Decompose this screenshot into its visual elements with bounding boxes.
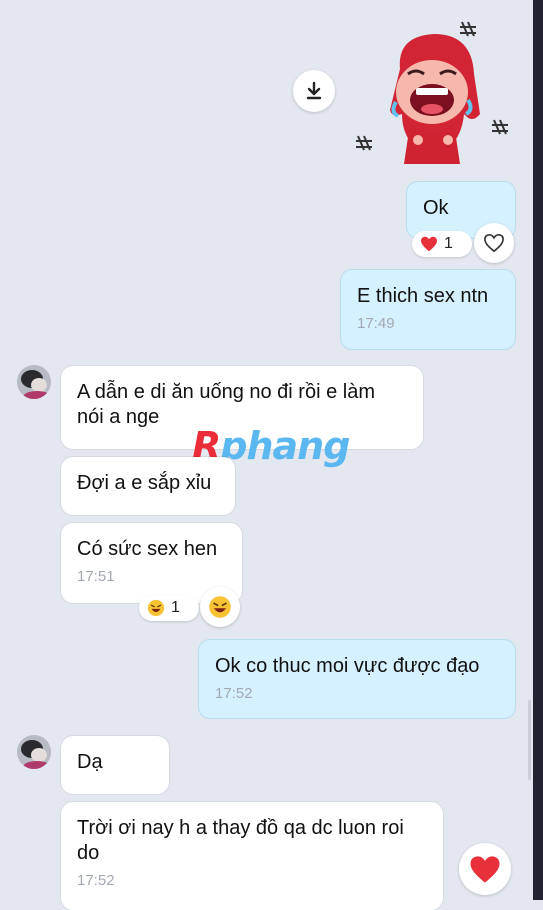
message-incoming[interactable]: Dạ: [61, 736, 169, 794]
react-button[interactable]: [200, 587, 240, 627]
heart-icon: [421, 236, 437, 252]
message-incoming[interactable]: Trời ơi nay h a thay đồ qa dc luon roi d…: [61, 802, 443, 910]
message-text: E thich sex ntn: [357, 285, 489, 307]
message-time: 17:52: [77, 872, 115, 889]
download-icon: [306, 81, 322, 100]
react-button[interactable]: [474, 223, 514, 263]
heart-outline-icon: [484, 233, 504, 253]
message-outgoing[interactable]: Ok co thuc moi vực được đạo 17:52: [198, 639, 516, 719]
laughing-face-icon: [147, 599, 165, 617]
message-outgoing[interactable]: E thich sex ntn 17:49: [340, 269, 516, 350]
avatar[interactable]: [17, 735, 51, 769]
message-incoming[interactable]: Đợi a e sắp xỉu: [61, 457, 235, 515]
message-text: Đợi a e sắp xỉu: [77, 472, 212, 494]
message-text: Trời ơi nay h a thay đồ qa dc luon roi d…: [77, 817, 404, 864]
quick-heart-button[interactable]: [459, 843, 511, 895]
reaction-heart[interactable]: 1: [412, 231, 472, 257]
message-time: 17:49: [357, 315, 395, 332]
download-button[interactable]: [293, 70, 335, 112]
message-text: Có sức sex hen: [77, 538, 218, 560]
sticker-message[interactable]: [352, 14, 522, 174]
message-text: Ok: [423, 197, 449, 219]
message-text: Ok co thuc moi vực được đạo: [215, 655, 480, 677]
message-time: 17:51: [77, 568, 115, 585]
message-text: Dạ: [77, 751, 103, 773]
window-edge: [533, 0, 543, 900]
reaction-count: 1: [171, 599, 180, 616]
sticker: [356, 21, 508, 164]
message-time: 17:52: [215, 685, 253, 702]
laughing-face-icon: [209, 596, 231, 618]
reaction-count: 1: [444, 235, 453, 252]
heart-icon: [470, 855, 500, 883]
scrollbar[interactable]: [528, 700, 531, 780]
message-text: A dẫn e di ăn uống no đi rồi e làm nói a…: [77, 381, 375, 428]
avatar[interactable]: [17, 365, 51, 399]
reaction-laugh[interactable]: 1: [139, 595, 199, 621]
